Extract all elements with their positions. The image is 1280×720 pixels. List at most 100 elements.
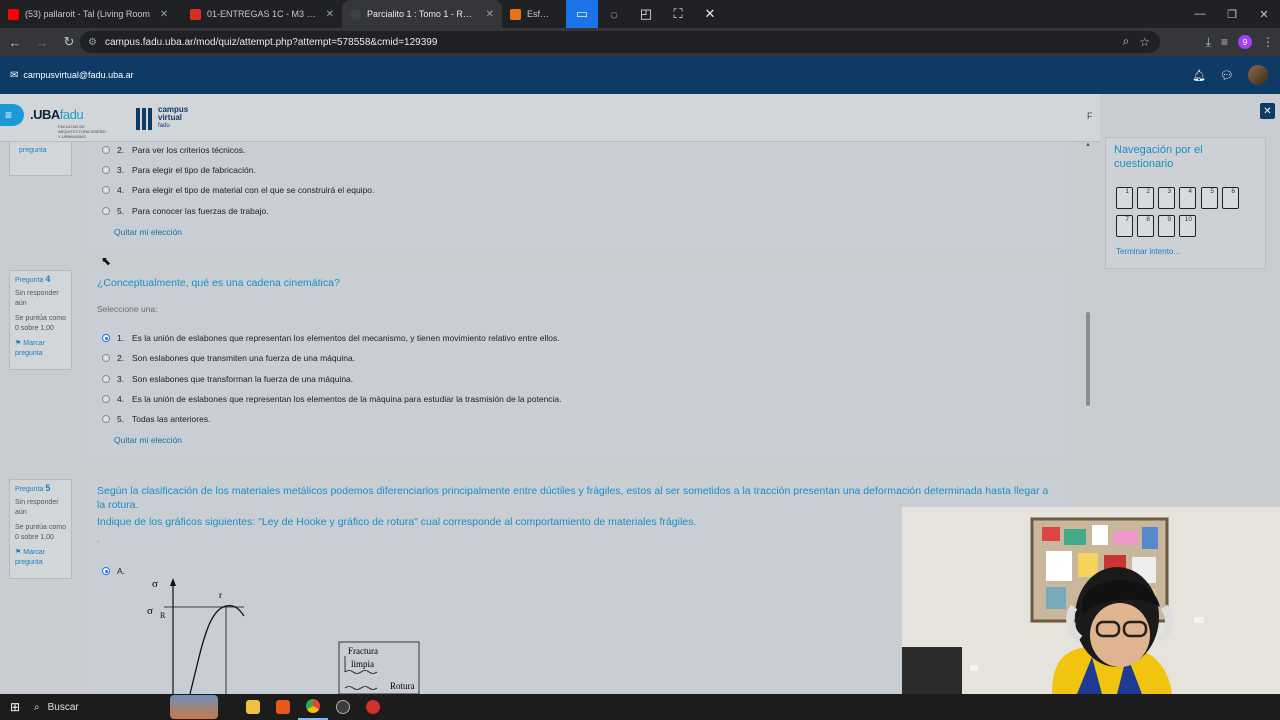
contact-email[interactable]: campusvirtual@fadu.uba.ar xyxy=(23,70,133,80)
lasso-icon[interactable]: ◌ xyxy=(598,0,630,28)
question-panel xyxy=(86,142,1067,253)
radio-button[interactable] xyxy=(102,146,110,154)
close-drawer-icon[interactable]: ✕ xyxy=(1260,103,1275,119)
quiz-nav-button[interactable]: 5 xyxy=(1201,187,1218,209)
asterisk-icon xyxy=(510,8,521,20)
radio-button[interactable] xyxy=(102,354,110,362)
option-row[interactable]: 5. Todas las anteriores. xyxy=(102,414,210,424)
menu-hamburger-icon[interactable]: ≡ xyxy=(0,104,24,126)
option-label: Para ver los criterios técnicos. xyxy=(132,145,246,155)
option-number: 1. xyxy=(117,333,125,343)
close-capture-icon[interactable]: ✕ xyxy=(694,0,726,28)
taskbar-widget-image[interactable] xyxy=(170,695,218,719)
quiz-navigation-block: Navegación por el cuestionario 1 2 3 4 5… xyxy=(1105,137,1266,269)
minimize-icon[interactable]: — xyxy=(1184,0,1216,28)
zoom-icon[interactable]: ⌕ xyxy=(1123,34,1130,49)
webcam-overlay xyxy=(902,507,1280,694)
site-info-icon[interactable]: ⚙ xyxy=(88,37,97,48)
question-number: Pregunta 4 xyxy=(15,274,51,284)
scrollbar-thumb[interactable] xyxy=(1086,312,1090,406)
option-row[interactable]: 1. Es la unión de eslabones que represen… xyxy=(102,333,560,343)
browser-tab-youtube[interactable]: (53) pallaroit - Tal (Living Room ✕ xyxy=(0,0,182,28)
close-tab-icon[interactable]: ✕ xyxy=(326,9,334,20)
profile-avatar[interactable]: 9 xyxy=(1238,35,1252,49)
youtube-icon xyxy=(8,8,19,20)
file-explorer-icon[interactable] xyxy=(238,694,268,720)
radio-button[interactable] xyxy=(102,395,110,403)
option-row[interactable]: 3. Para elegir el tipo de fabricación. xyxy=(102,165,256,175)
screen-capture-icon[interactable]: ▭ xyxy=(566,0,598,28)
windows-start-icon[interactable]: ⊞ xyxy=(0,694,30,720)
radio-button[interactable] xyxy=(102,415,110,423)
option-row[interactable]: 4. Es la unión de eslabones que represen… xyxy=(102,394,562,404)
search-icon: ⌕ xyxy=(34,701,40,713)
toolbar-actions: ⤓ ≡ 9 ⋮ xyxy=(1206,30,1274,54)
fadu-logo-text: fadu xyxy=(59,107,84,122)
close-window-icon[interactable]: ✕ xyxy=(1248,0,1280,28)
quiz-nav-button[interactable]: 2 xyxy=(1137,187,1154,209)
radio-button[interactable] xyxy=(102,166,110,174)
quiz-nav-button[interactable]: 10 xyxy=(1179,215,1196,237)
radio-button[interactable] xyxy=(102,375,110,383)
logo-line: fadu xyxy=(158,123,170,129)
user-avatar[interactable] xyxy=(1248,65,1268,85)
moodle-icon xyxy=(350,8,361,20)
tab-title: Parcialito 1 : Tomo 1 - RESISTEN xyxy=(367,9,476,19)
address-bar[interactable]: ⚙ campus.fadu.uba.ar/mod/quiz/attempt.ph… xyxy=(80,31,1160,53)
quiz-nav-button[interactable]: 4 xyxy=(1179,187,1196,209)
uba-fadu-logo[interactable]: .UBAfadu xyxy=(30,107,84,122)
campus-virtual-logo[interactable]: campus virtual fadu xyxy=(158,106,188,130)
back-icon[interactable]: ← xyxy=(3,30,27,54)
finish-attempt-link[interactable]: Terminar intento... xyxy=(1116,247,1180,256)
quiz-nav-button[interactable]: 7 xyxy=(1116,215,1133,237)
clear-choice-link[interactable]: Quitar mi elección xyxy=(114,435,182,445)
restore-icon[interactable]: ❐ xyxy=(1216,0,1248,28)
limpia-label: limpia xyxy=(351,659,374,669)
question-text: ¿Conceptualmente, qué es una cadena cine… xyxy=(97,277,340,289)
quiz-nav-button[interactable]: 3 xyxy=(1158,187,1175,209)
close-tab-icon[interactable]: ✕ xyxy=(486,9,494,20)
taskbar-search[interactable]: ⌕ Buscar xyxy=(34,702,164,713)
option-row[interactable]: 4. Para elegir el tipo de material con e… xyxy=(102,185,374,195)
browser-tab-esfuerzos[interactable]: Esfuerzos xyxy=(502,0,560,28)
radio-button-selected[interactable] xyxy=(102,567,110,575)
menu-icon[interactable]: ⋮ xyxy=(1262,35,1274,49)
forward-icon[interactable]: → xyxy=(30,30,54,54)
question-info-box: Pregunta 5 Sin responder aún Se puntúa c… xyxy=(9,479,72,579)
fullscreen-capture-icon[interactable]: ⛶ xyxy=(662,0,694,28)
media-icon[interactable]: ≡ xyxy=(1221,35,1228,49)
option-row[interactable]: 2. Para ver los criterios técnicos. xyxy=(102,145,245,155)
option-row[interactable]: 5. Para conocer las fuerzas de trabajo. xyxy=(102,206,269,216)
clear-choice-link[interactable]: Quitar mi elección xyxy=(114,227,182,237)
browser-tab-entregas[interactable]: 01-ENTREGAS 1C - M3 Martin ✕ xyxy=(182,0,342,28)
window-capture-icon[interactable]: ◰ xyxy=(630,0,662,28)
option-row[interactable]: A. xyxy=(102,566,125,576)
download-icon[interactable]: ⤓ xyxy=(1206,35,1211,50)
flag-question-link[interactable]: ⚑ Marcar pregunta xyxy=(15,339,66,359)
quiz-nav-button[interactable]: 9 xyxy=(1158,215,1175,237)
moodle-top-bar: ✉ campusvirtual@fadu.uba.ar 🔔︎ 💬︎ xyxy=(0,56,1280,94)
option-number: 4. xyxy=(117,394,125,404)
reload-icon[interactable]: ↻ xyxy=(57,30,81,54)
office-icon[interactable] xyxy=(268,694,298,720)
acrobat-icon[interactable] xyxy=(358,694,388,720)
radio-button[interactable] xyxy=(102,186,110,194)
flag-question-link[interactable]: pregunta xyxy=(15,142,66,156)
obs-icon[interactable] xyxy=(328,694,358,720)
chrome-icon[interactable] xyxy=(298,694,328,720)
messages-icon[interactable]: 💬︎ xyxy=(1220,69,1234,82)
quiz-nav-button[interactable]: 8 xyxy=(1137,215,1154,237)
scroll-up-icon[interactable]: ▲ xyxy=(1085,142,1091,148)
flag-question-link[interactable]: ⚑ Marcar pregunta xyxy=(15,548,66,568)
browser-tab-parcialito[interactable]: Parcialito 1 : Tomo 1 - RESISTEN ✕ xyxy=(342,0,502,28)
option-row[interactable]: 2. Son eslabones que transmiten una fuer… xyxy=(102,353,355,363)
close-tab-icon[interactable]: ✕ xyxy=(160,9,168,20)
notifications-icon[interactable]: 🔔︎ xyxy=(1192,69,1206,82)
quiz-nav-button[interactable]: 6 xyxy=(1222,187,1239,209)
radio-button-selected[interactable] xyxy=(102,334,110,342)
question-points: Se puntúa como 0 sobre 1,00 xyxy=(15,524,66,541)
radio-button[interactable] xyxy=(102,207,110,215)
option-row[interactable]: 3. Son eslabones que transforman la fuer… xyxy=(102,374,353,384)
quiz-nav-button[interactable]: 1 xyxy=(1116,187,1133,209)
bookmark-star-icon[interactable]: ☆ xyxy=(1139,35,1150,49)
